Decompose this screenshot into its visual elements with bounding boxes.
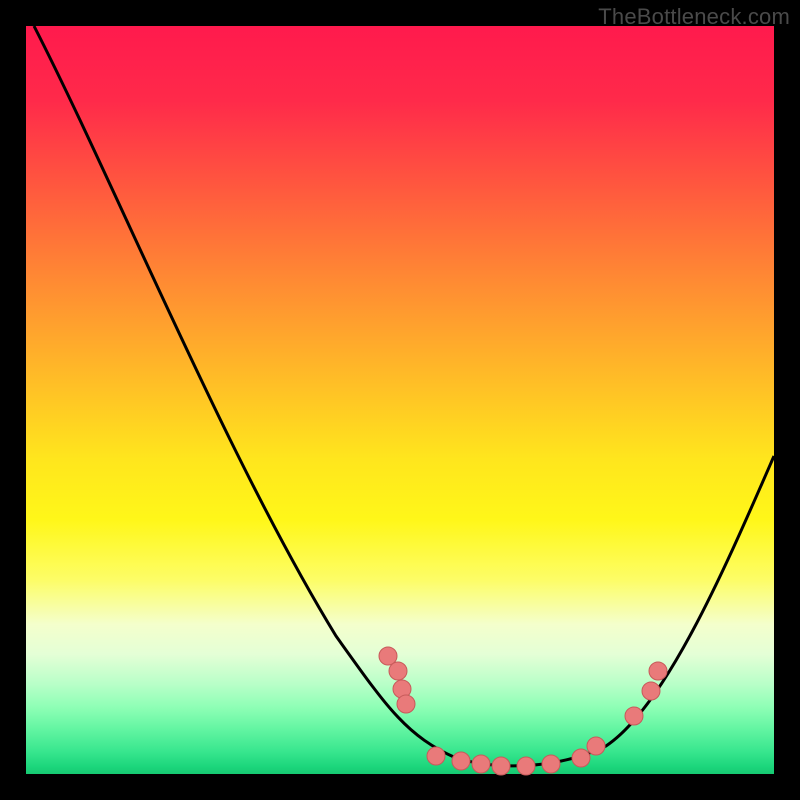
bottleneck-curve — [34, 26, 774, 766]
marker-point — [572, 749, 590, 767]
marker-point — [452, 752, 470, 770]
marker-point — [397, 695, 415, 713]
marker-group — [379, 647, 667, 775]
chart-frame: TheBottleneck.com — [0, 0, 800, 800]
marker-point — [472, 755, 490, 773]
marker-point — [642, 682, 660, 700]
marker-point — [542, 755, 560, 773]
marker-point — [389, 662, 407, 680]
marker-point — [649, 662, 667, 680]
plot-area — [26, 26, 774, 774]
marker-point — [517, 757, 535, 775]
marker-point — [427, 747, 445, 765]
marker-point — [587, 737, 605, 755]
marker-point — [625, 707, 643, 725]
chart-svg — [26, 26, 774, 774]
attribution-text: TheBottleneck.com — [598, 4, 790, 30]
marker-point — [492, 757, 510, 775]
